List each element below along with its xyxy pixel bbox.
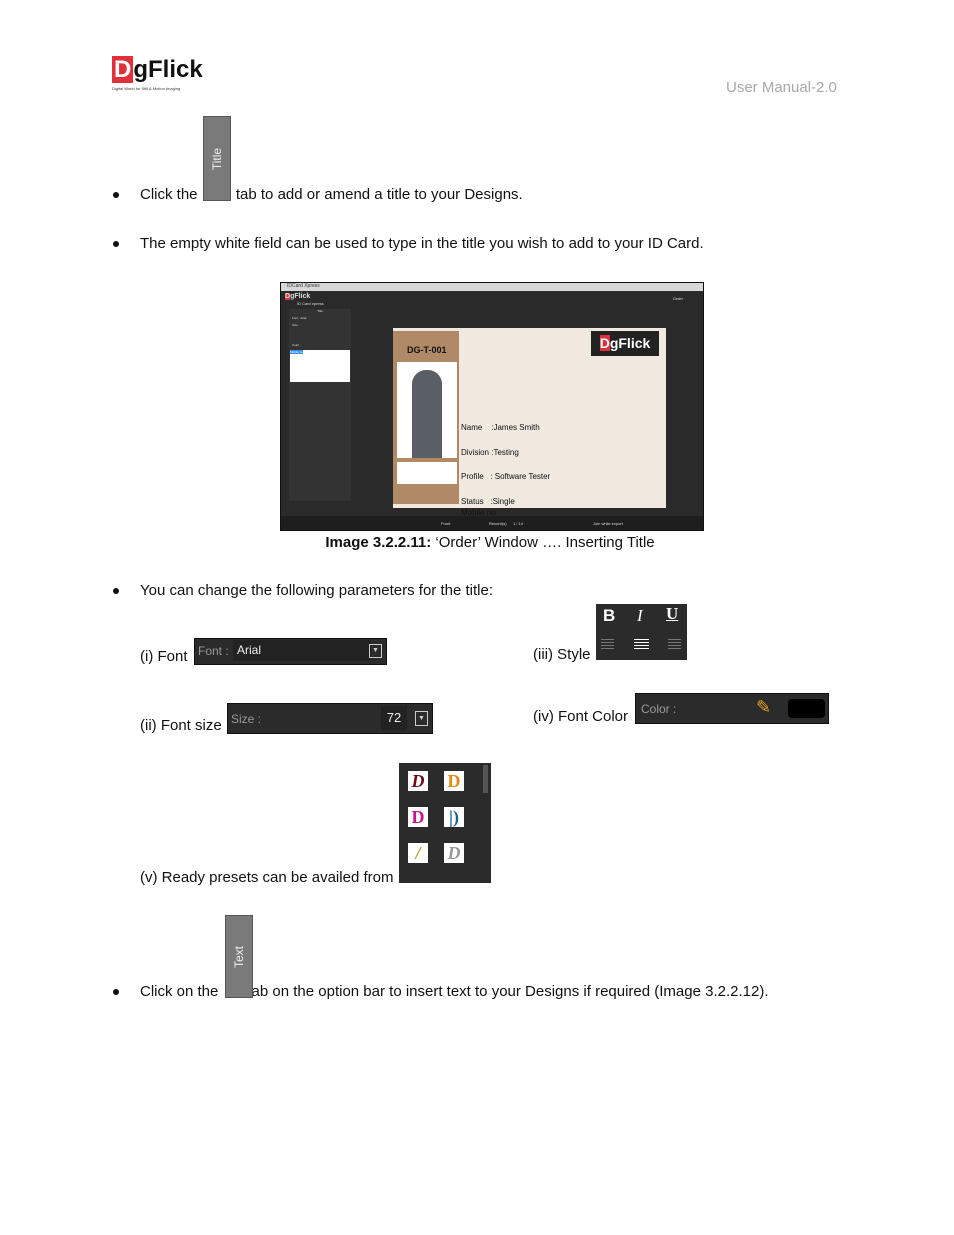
bold-button[interactable]: B: [603, 606, 615, 626]
card-fields: Name :James Smith Division :Testing Profil…: [461, 423, 551, 517]
image-caption: Image 3.2.2.11: ‘Order’ Window …. Insert…: [325, 534, 655, 551]
text-tab[interactable]: Text: [225, 915, 253, 998]
italic-button[interactable]: I: [637, 606, 643, 626]
preset-item[interactable]: |): [444, 807, 464, 827]
size-dropdown[interactable]: Size : 72 ▼: [227, 703, 433, 734]
dgflick-logo: DgFlick Digital World for Still & Motion…: [112, 56, 203, 91]
title-panel: Title Font : Arial Size : Color : Mobile…: [289, 309, 351, 501]
bullet: [113, 241, 119, 247]
preset-item[interactable]: D: [444, 843, 464, 863]
preset-item[interactable]: D: [408, 771, 428, 791]
align-right-icon[interactable]: [668, 639, 681, 651]
doc-label: User Manual-2.0: [726, 79, 837, 96]
align-center-icon[interactable]: [634, 639, 649, 651]
color-field: Color : ✎: [635, 693, 829, 724]
bullet-line-3: You can change the following parameters …: [140, 582, 493, 599]
scrollbar[interactable]: [483, 765, 488, 793]
app-logo: DgFlick: [285, 293, 311, 300]
card-logo: DgFlick: [591, 331, 659, 356]
preset-item[interactable]: /: [408, 843, 428, 863]
eyedropper-icon[interactable]: ✎: [756, 697, 771, 718]
app-titlebar: IDCard Xpress: [281, 283, 703, 291]
order-window-screenshot: IDCard Xpress DgFlick ID Card xpress Ord…: [280, 282, 704, 531]
bullet-line-1: Click the tab to add or amend a title to…: [140, 186, 523, 203]
bullet: [113, 989, 119, 995]
underline-button[interactable]: U: [666, 604, 678, 624]
chevron-down-icon: ▼: [415, 711, 428, 726]
color-swatch[interactable]: [788, 699, 825, 718]
style-toolbar: B I U: [596, 604, 687, 660]
font-dropdown[interactable]: Font : Arial ▼: [194, 638, 387, 665]
align-left-icon[interactable]: [601, 639, 614, 651]
preset-item[interactable]: D: [444, 771, 464, 791]
bullet: [113, 588, 119, 594]
photo: [397, 362, 457, 458]
bullet: [113, 192, 119, 198]
id-card: DG-T-001 DgFlick Name :James Smith Divisi…: [393, 328, 666, 517]
title-tab[interactable]: Title: [203, 116, 231, 201]
preset-item[interactable]: D: [408, 807, 428, 827]
bullet-line-2: The empty white field can be used to typ…: [140, 235, 704, 252]
chevron-down-icon: ▼: [369, 644, 382, 658]
presets-panel: D D D |) / D: [399, 763, 491, 883]
document-page: DgFlick Digital World for Still & Motion…: [0, 0, 954, 1235]
bottom-nav: Front Record(s) 1 / 14 Join while export: [281, 516, 703, 530]
signature: [397, 462, 457, 484]
